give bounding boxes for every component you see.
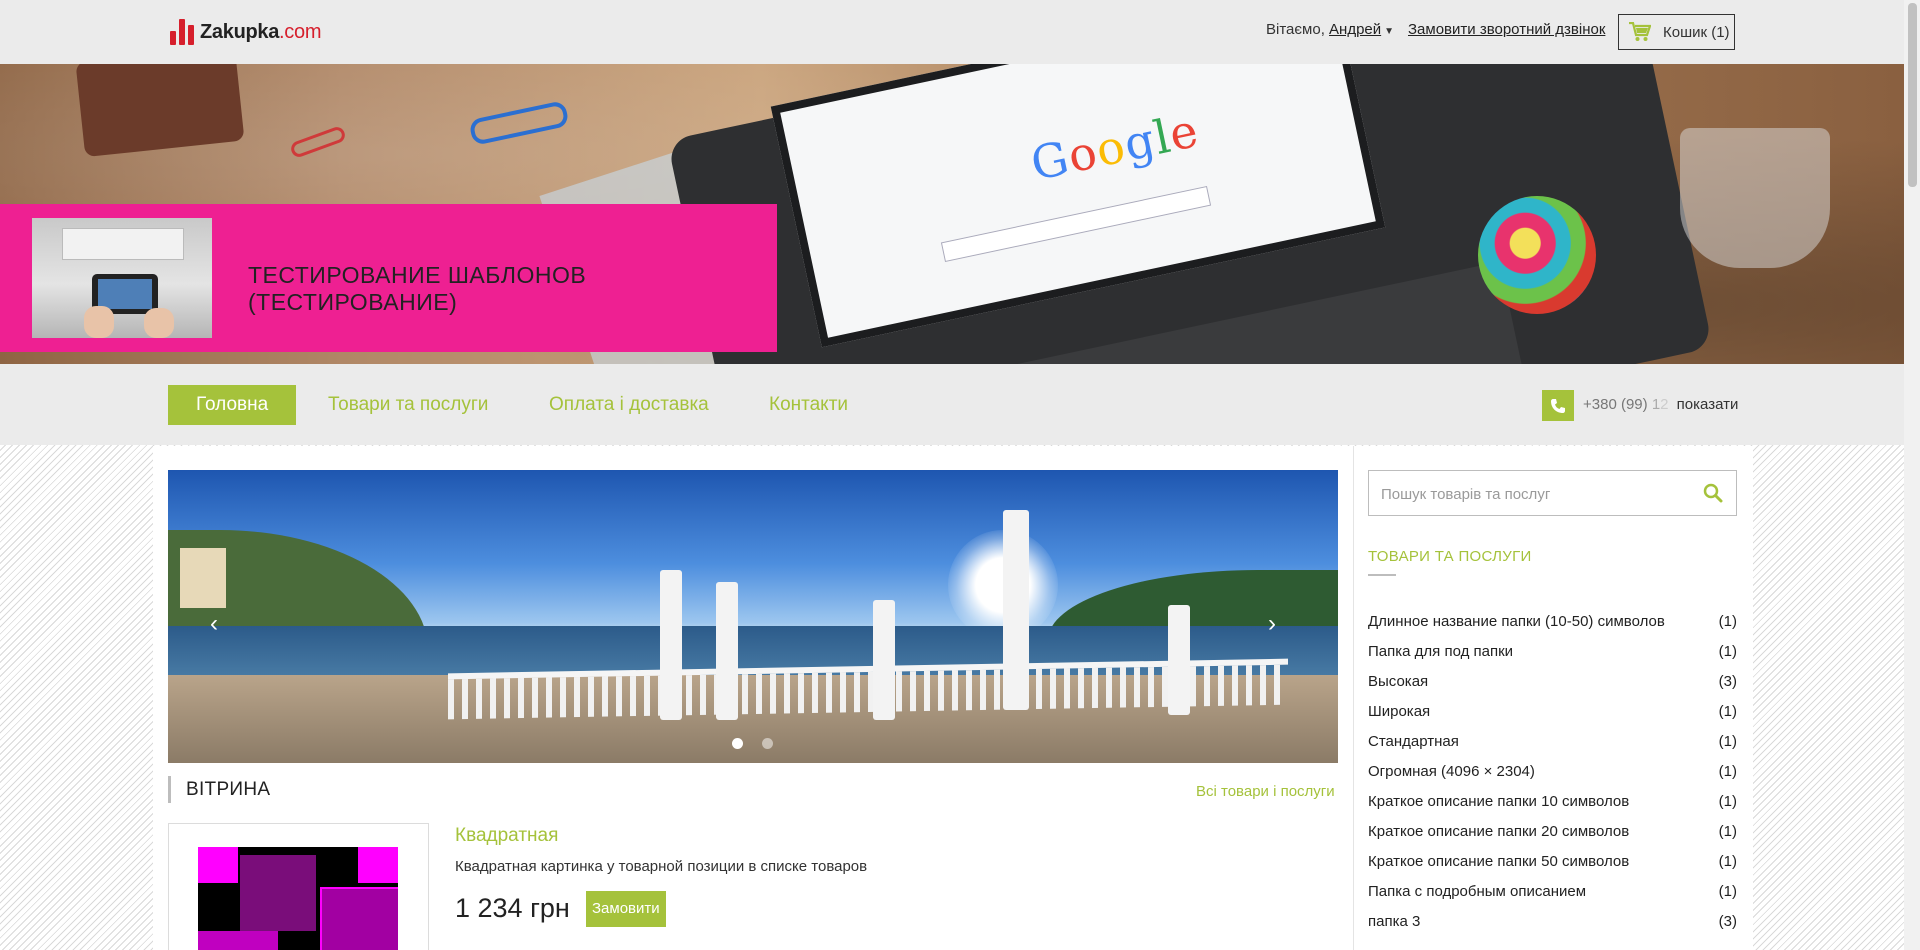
logo-text: Zakupka.com: [200, 20, 322, 43]
top-bar: Zakupka.com Вітаємо, Андрей ▼ Замовити зв…: [0, 0, 1904, 64]
nav-item-payment-delivery[interactable]: Оплата і доставка: [549, 385, 709, 425]
all-products-link[interactable]: Всі товари і послуги: [1196, 783, 1335, 800]
category-list: Длинное название папки (10-50) символов(…: [1368, 607, 1737, 937]
category-item[interactable]: Длинное название папки (10-50) символов(…: [1368, 607, 1737, 637]
scrollbar-thumb[interactable]: [1908, 3, 1917, 187]
yarn-ball-image: [1478, 196, 1596, 314]
cart-button[interactable]: Кошик (1): [1618, 14, 1735, 50]
sidebar-divider: [1353, 446, 1354, 950]
cart-label: Кошик (1): [1663, 23, 1730, 41]
showcase-title: ВІТРИНА: [186, 779, 271, 800]
nav-item-products[interactable]: Товари та послуги: [328, 385, 488, 425]
search-input[interactable]: [1379, 471, 1683, 517]
order-button[interactable]: Замовити: [586, 891, 666, 927]
category-item[interactable]: Папка для под папки (1): [1368, 637, 1737, 667]
slider-prev-arrow[interactable]: ‹: [210, 610, 218, 638]
slider-dot-2[interactable]: [762, 738, 773, 749]
company-thumbnail: [32, 218, 212, 338]
title-underline: [1368, 574, 1396, 576]
product-price: 1 234 грн: [455, 893, 570, 923]
categories-title: ТОВАРИ ТА ПОСЛУГИ: [1368, 548, 1532, 565]
phone-number: +380 (99) 12 показати: [1583, 396, 1739, 413]
category-item[interactable]: Огромная (4096 × 2304) (1): [1368, 757, 1737, 787]
search-box: [1368, 470, 1737, 517]
category-item[interactable]: папка 3 (3): [1368, 907, 1737, 937]
slider-dot-1[interactable]: [732, 738, 743, 749]
pencil-jar-image: [1680, 128, 1830, 268]
cart-icon: [1629, 22, 1651, 41]
hero-banner: Google ТЕСТИРОВАНИЕ ШАБЛОНОВ (ТЕСТИРОВАН…: [0, 64, 1904, 364]
image-slider: ‹ ›: [168, 470, 1338, 763]
category-item[interactable]: Папка с подробным описанием (1): [1368, 877, 1737, 907]
category-item[interactable]: Стандартная (1): [1368, 727, 1737, 757]
user-menu-link[interactable]: Андрей: [1329, 21, 1381, 38]
greeting-text: Вітаємо,: [1266, 21, 1325, 38]
nav-item-contacts[interactable]: Контакти: [769, 385, 848, 425]
banner-title-box: ТЕСТИРОВАНИЕ ШАБЛОНОВ (ТЕСТИРОВАНИЕ): [0, 204, 777, 352]
section-marker: [168, 776, 171, 803]
phone-icon: [1542, 390, 1574, 421]
caret-down-icon[interactable]: ▼: [1384, 26, 1394, 37]
callback-link[interactable]: Замовити зворотний дзвінок: [1408, 21, 1605, 38]
category-item[interactable]: Высокая (3): [1368, 667, 1737, 697]
category-item[interactable]: Краткое описание папки 20 символов (1): [1368, 817, 1737, 847]
site-logo[interactable]: Zakupka.com: [170, 18, 321, 46]
slider-next-arrow[interactable]: ›: [1268, 610, 1276, 638]
product-name-link[interactable]: Квадратная: [455, 825, 558, 847]
company-title: ТЕСТИРОВАНИЕ ШАБЛОНОВ (ТЕСТИРОВАНИЕ): [248, 262, 587, 315]
product-description: Квадратная картинка у товарной позиции в…: [455, 858, 868, 875]
user-greeting: Вітаємо, Андрей ▼: [1266, 21, 1394, 38]
search-icon[interactable]: [1703, 483, 1723, 503]
category-item[interactable]: Краткое описание папки 10 символов (1): [1368, 787, 1737, 817]
logo-mark-icon: [170, 19, 194, 45]
category-item[interactable]: Широкая (1): [1368, 697, 1737, 727]
show-phone-link[interactable]: показати: [1677, 396, 1739, 413]
nav-item-home[interactable]: Головна: [168, 385, 297, 425]
category-item[interactable]: Краткое описание папки 50 символов (1): [1368, 847, 1737, 877]
product-image[interactable]: [198, 847, 398, 950]
